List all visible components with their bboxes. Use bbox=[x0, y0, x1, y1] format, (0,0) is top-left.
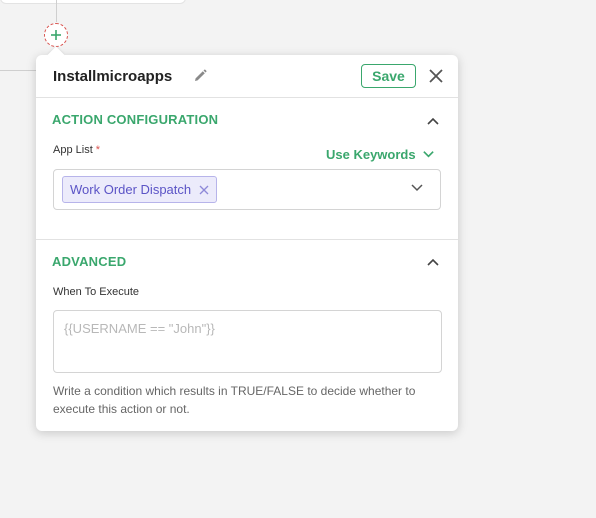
action-configuration-title[interactable]: ACTION CONFIGURATION bbox=[52, 112, 218, 127]
save-button[interactable]: Save bbox=[361, 64, 416, 88]
chevron-down-icon bbox=[422, 151, 434, 158]
app-list-label: App List * bbox=[53, 144, 101, 156]
pencil-icon[interactable] bbox=[192, 68, 208, 84]
chevron-down-icon[interactable] bbox=[410, 181, 424, 195]
action-config-panel: Installmicroapps Save ACTION CONFIGURATI… bbox=[36, 46, 458, 431]
panel-header: Installmicroapps Save bbox=[36, 55, 458, 98]
use-keywords-label: Use Keywords bbox=[326, 147, 416, 162]
chevron-up-icon[interactable] bbox=[426, 255, 440, 269]
app-list-select[interactable]: Work Order Dispatch bbox=[53, 169, 441, 210]
section-divider bbox=[36, 239, 458, 240]
workflow-node-card[interactable] bbox=[0, 0, 186, 4]
panel-title: Installmicroapps bbox=[53, 68, 173, 85]
chevron-up-icon[interactable] bbox=[426, 114, 440, 128]
condition-help-text: Write a condition which results in TRUE/… bbox=[53, 384, 416, 416]
use-keywords-toggle[interactable]: Use Keywords bbox=[326, 147, 435, 162]
close-icon[interactable] bbox=[428, 68, 444, 84]
required-marker: * bbox=[95, 144, 101, 156]
connector-line-vertical bbox=[56, 0, 57, 22]
close-icon[interactable] bbox=[199, 185, 209, 195]
when-to-execute-label: When To Execute bbox=[53, 286, 140, 298]
condition-input[interactable] bbox=[53, 310, 442, 373]
connector-line-horizontal bbox=[0, 70, 38, 71]
advanced-title[interactable]: ADVANCED bbox=[52, 254, 126, 269]
selected-app-chip: Work Order Dispatch bbox=[62, 176, 218, 203]
add-step-button[interactable] bbox=[44, 23, 68, 47]
chip-label: Work Order Dispatch bbox=[70, 182, 192, 197]
plus-icon bbox=[51, 30, 61, 40]
